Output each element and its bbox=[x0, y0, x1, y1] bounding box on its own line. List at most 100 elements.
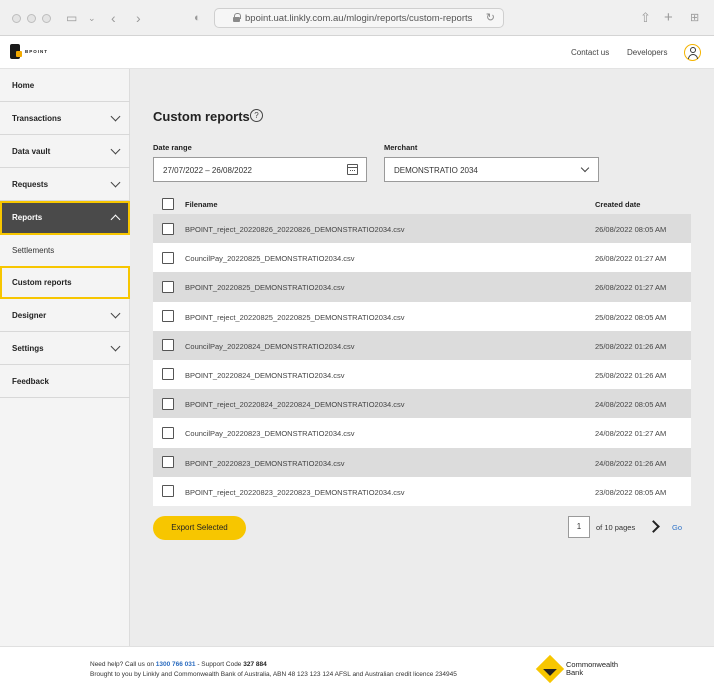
next-page-icon[interactable] bbox=[647, 520, 660, 533]
row-checkbox[interactable] bbox=[162, 280, 174, 293]
address-bar[interactable]: bpoint.uat.linkly.com.au/mlogin/reports/… bbox=[214, 8, 504, 28]
row-filename[interactable]: CouncilPay_20220825_DEMONSTRATIO2034.csv bbox=[185, 254, 355, 263]
row-checkbox[interactable] bbox=[162, 397, 174, 410]
window-close-button[interactable] bbox=[12, 14, 21, 23]
sidebar-item-designer[interactable]: Designer bbox=[0, 299, 130, 332]
developers-link[interactable]: Developers bbox=[627, 48, 667, 57]
tab-overview-icon[interactable]: ⊞ bbox=[690, 9, 699, 27]
bpoint-logo[interactable]: BPOINT bbox=[10, 44, 47, 60]
row-created-date: 26/08/2022 01:27 AM bbox=[595, 283, 667, 293]
row-checkbox[interactable] bbox=[162, 310, 174, 323]
sidebar-item-label: Settlements bbox=[12, 246, 55, 255]
table-row: CouncilPay_20220825_DEMONSTRATIO2034.csv… bbox=[153, 243, 691, 273]
row-checkbox[interactable] bbox=[162, 339, 174, 352]
row-checkbox[interactable] bbox=[162, 251, 174, 264]
reload-icon[interactable]: ↻ bbox=[486, 11, 495, 24]
new-tab-icon[interactable]: + bbox=[664, 9, 673, 27]
sidebar-subitem-settlements[interactable]: Settlements bbox=[0, 235, 130, 266]
chevron-down-icon bbox=[580, 163, 590, 173]
row-filename[interactable]: BPOINT_20220825_DEMONSTRATIO2034.csv bbox=[185, 283, 345, 292]
address-url: bpoint.uat.linkly.com.au/mlogin/reports/… bbox=[245, 13, 473, 24]
sidebar-item-label: Requests bbox=[12, 180, 49, 189]
footer-help-text: Need help? Call us on bbox=[90, 661, 156, 668]
row-filename[interactable]: CouncilPay_20220823_DEMONSTRATIO2034.csv bbox=[185, 429, 355, 438]
sidebar-item-label: Designer bbox=[12, 311, 47, 320]
row-checkbox[interactable] bbox=[162, 485, 174, 498]
table-row: BPOINT_20220825_DEMONSTRATIO2034.csv 26/… bbox=[153, 272, 691, 302]
row-checkbox[interactable] bbox=[162, 368, 174, 381]
footer-help-line: Need help? Call us on 1300 766 031 - Sup… bbox=[90, 661, 267, 668]
table-row: BPOINT_reject_20220826_20220826_DEMONSTR… bbox=[153, 214, 691, 244]
row-filename[interactable]: BPOINT_reject_20220826_20220826_DEMONSTR… bbox=[185, 225, 405, 234]
merchant-select[interactable]: DEMONSTRATIO 2034 bbox=[384, 157, 599, 182]
table-row: BPOINT_reject_20220825_20220825_DEMONSTR… bbox=[153, 301, 691, 331]
row-filename[interactable]: BPOINT_reject_20220823_20220823_DEMONSTR… bbox=[185, 488, 405, 497]
window-zoom-button[interactable] bbox=[42, 14, 51, 23]
sidebar-item-label: Home bbox=[12, 81, 35, 90]
go-button[interactable]: Go bbox=[672, 523, 682, 532]
footer-legal-line: Brought to you by Linkly and Commonwealt… bbox=[90, 671, 457, 678]
page-number-input[interactable]: 1 bbox=[568, 516, 590, 538]
row-created-date: 26/08/2022 01:27 AM bbox=[595, 254, 667, 264]
merchant-label: Merchant bbox=[384, 143, 418, 152]
sidebar-item-label: Data vault bbox=[12, 147, 51, 156]
sidebar-toggle-icon[interactable]: ▭ bbox=[66, 9, 77, 27]
window-minimize-button[interactable] bbox=[27, 14, 36, 23]
date-range-input[interactable]: 27/07/2022 – 26/08/2022 bbox=[153, 157, 367, 182]
row-filename[interactable]: BPOINT_20220823_DEMONSTRATIO2034.csv bbox=[185, 459, 345, 468]
user-avatar-icon[interactable] bbox=[684, 44, 701, 61]
row-checkbox[interactable] bbox=[162, 426, 174, 439]
browser-toolbar: ▭ ⌄ ‹ › ◐ bpoint.uat.linkly.com.au/mlogi… bbox=[0, 0, 714, 36]
row-created-date: 26/08/2022 08:05 AM bbox=[595, 225, 667, 234]
sidebar-item-data-vault[interactable]: Data vault bbox=[0, 135, 130, 168]
bank-name-line2: Bank bbox=[566, 668, 584, 677]
sidebar-item-label: Custom reports bbox=[12, 278, 72, 287]
chevron-down-icon bbox=[110, 341, 121, 352]
row-created-date: 24/08/2022 08:05 AM bbox=[595, 400, 667, 410]
table-row: BPOINT_reject_20220823_20220823_DEMONSTR… bbox=[153, 476, 691, 506]
support-phone-link[interactable]: 1300 766 031 bbox=[156, 661, 196, 668]
sidebar-item-label: Feedback bbox=[12, 377, 49, 386]
forward-arrow-icon[interactable]: › bbox=[136, 9, 141, 27]
sidebar-item-label: Reports bbox=[12, 213, 43, 222]
chevron-down-icon[interactable]: ⌄ bbox=[88, 9, 96, 27]
privacy-shield-icon[interactable]: ◐ bbox=[194, 9, 201, 27]
table-row: BPOINT_reject_20220824_20220824_DEMONSTR… bbox=[153, 389, 691, 419]
row-filename[interactable]: BPOINT_reject_20220825_20220825_DEMONSTR… bbox=[185, 313, 405, 322]
sidebar-subitem-custom-reports[interactable]: Custom reports bbox=[0, 266, 130, 299]
sidebar-item-transactions[interactable]: Transactions bbox=[0, 102, 130, 135]
sidebar-item-feedback[interactable]: Feedback bbox=[0, 365, 130, 398]
table-row: CouncilPay_20220823_DEMONSTRATIO2034.csv… bbox=[153, 418, 691, 448]
row-filename[interactable]: CouncilPay_20220824_DEMONSTRATIO2034.csv bbox=[185, 342, 355, 351]
table-row: BPOINT_20220823_DEMONSTRATIO2034.csv 24/… bbox=[153, 447, 691, 477]
commonwealth-bank-text: Commonwealth Bank bbox=[566, 661, 618, 677]
row-filename[interactable]: BPOINT_20220824_DEMONSTRATIO2034.csv bbox=[185, 371, 345, 380]
row-filename[interactable]: BPOINT_reject_20220824_20220824_DEMONSTR… bbox=[185, 400, 405, 409]
sidebar-item-label: Transactions bbox=[12, 114, 62, 123]
row-checkbox[interactable] bbox=[162, 456, 174, 468]
page-title: Custom reports bbox=[153, 109, 250, 124]
col-filename-header: Filename bbox=[185, 200, 218, 209]
table-row: BPOINT_20220824_DEMONSTRATIO2034.csv 25/… bbox=[153, 359, 691, 390]
row-created-date: 24/08/2022 01:27 AM bbox=[595, 429, 667, 439]
select-all-checkbox[interactable] bbox=[162, 198, 174, 210]
sidebar-item-home[interactable]: Home bbox=[0, 69, 130, 102]
footer: Need help? Call us on 1300 766 031 - Sup… bbox=[0, 646, 714, 693]
contact-us-link[interactable]: Contact us bbox=[571, 48, 609, 57]
help-icon[interactable]: ? bbox=[250, 109, 263, 122]
chevron-up-icon bbox=[110, 214, 121, 225]
back-arrow-icon[interactable]: ‹ bbox=[111, 9, 116, 27]
sidebar-item-requests[interactable]: Requests bbox=[0, 168, 130, 201]
export-selected-button[interactable]: Export Selected bbox=[153, 516, 246, 540]
row-checkbox[interactable] bbox=[162, 222, 174, 235]
sidebar-item-settings[interactable]: Settings bbox=[0, 332, 130, 365]
sidebar-item-reports[interactable]: Reports bbox=[0, 201, 130, 235]
main-content: Custom reports ? Date range 27/07/2022 –… bbox=[130, 69, 714, 646]
calendar-icon[interactable] bbox=[347, 164, 358, 175]
date-range-value: 27/07/2022 – 26/08/2022 bbox=[163, 166, 252, 175]
logo-text: BPOINT bbox=[25, 49, 49, 54]
chevron-down-icon bbox=[110, 144, 121, 155]
share-icon[interactable]: ⇧ bbox=[640, 9, 651, 27]
row-created-date: 23/08/2022 08:05 AM bbox=[595, 487, 667, 497]
table-row: CouncilPay_20220824_DEMONSTRATIO2034.csv… bbox=[153, 330, 691, 360]
